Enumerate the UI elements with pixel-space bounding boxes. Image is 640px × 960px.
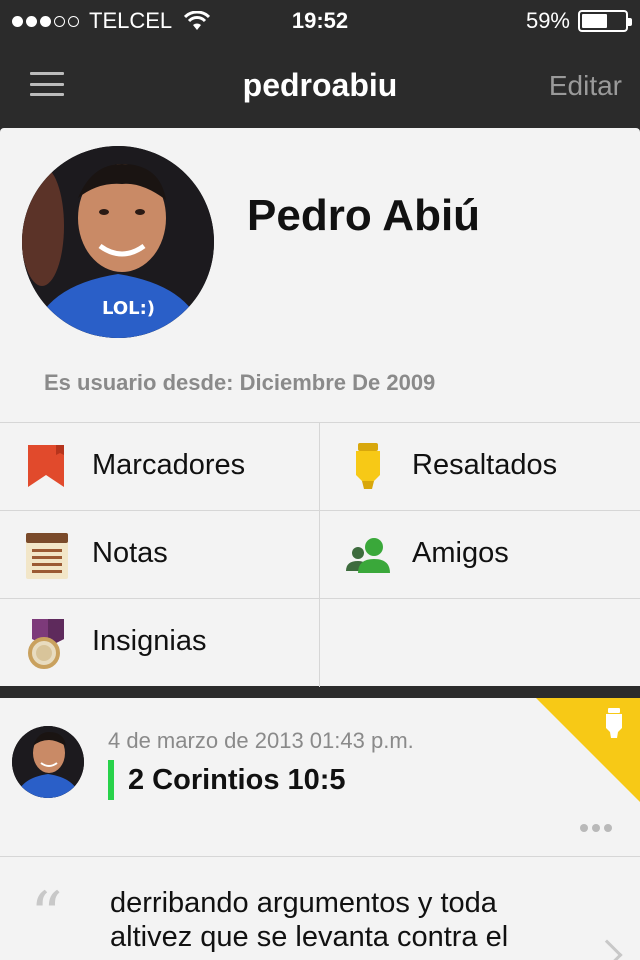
friends-icon xyxy=(346,538,390,573)
svg-text:LOL:): LOL:) xyxy=(102,298,155,319)
nav-bar: pedroabiu Editar xyxy=(0,40,640,128)
profile-card: LOL:) Pedro Abiú Es usuario desde: Dicie… xyxy=(0,128,640,687)
grid-row: Insignias xyxy=(0,599,640,687)
highlighter-icon xyxy=(606,708,622,738)
chevron-right-icon[interactable] xyxy=(591,939,623,960)
grid-item-insignias[interactable]: Insignias xyxy=(0,599,320,687)
activity-date: 4 de marzo de 2013 01:43 p.m. xyxy=(108,728,414,753)
edit-button[interactable]: Editar xyxy=(549,70,622,102)
avatar[interactable]: LOL:) xyxy=(22,146,214,338)
grid-item-marcadores[interactable]: Marcadores xyxy=(0,423,320,511)
reference-accent-bar xyxy=(108,760,114,800)
member-since-text: Es usuario desde: Diciembre De 2009 xyxy=(44,370,436,395)
grid-item-label: Resaltados xyxy=(412,449,558,481)
verse-text: derribando argumentos y toda altivez que… xyxy=(110,887,509,953)
battery-area: 59% xyxy=(525,8,632,34)
verse-reference[interactable]: 2 Corintios 10:5 xyxy=(128,764,346,797)
profile-name: Pedro Abiú xyxy=(247,191,481,240)
grid-item-label: Notas xyxy=(92,537,168,569)
activity-card[interactable]: 4 de marzo de 2013 01:43 p.m. 2 Corintio… xyxy=(0,698,640,960)
battery-fill xyxy=(582,14,607,28)
avatar-image: LOL:) xyxy=(22,146,214,338)
grid-item-label: Insignias xyxy=(92,625,207,657)
highlight-corner-badge xyxy=(536,698,640,802)
medal-icon xyxy=(28,619,64,669)
grid-item-amigos[interactable]: Amigos xyxy=(320,511,640,599)
grid-item-label: Amigos xyxy=(412,537,509,569)
battery-percent: 59% xyxy=(525,8,570,33)
more-options-icon[interactable] xyxy=(580,824,612,832)
highlighter-icon xyxy=(356,443,380,489)
status-bar: TELCEL 19:52 59% xyxy=(0,0,640,40)
grid-item-label: Marcadores xyxy=(92,449,246,481)
grid-item-notas[interactable]: Notas xyxy=(0,511,320,599)
bookmark-icon xyxy=(28,445,64,487)
divider xyxy=(0,856,640,857)
profile-menu-grid: Marcadores Resaltados Notas Amigos Insig… xyxy=(0,422,640,687)
avatar-image xyxy=(12,726,84,798)
nav-title: pedroabiu xyxy=(242,67,398,103)
quote-icon: “ xyxy=(30,879,63,953)
grid-row: Notas Amigos xyxy=(0,511,640,599)
battery-icon xyxy=(578,10,632,32)
activity-avatar[interactable] xyxy=(12,726,84,798)
battery-tip xyxy=(628,18,632,26)
grid-item-resaltados[interactable]: Resaltados xyxy=(320,423,640,511)
grid-item-empty xyxy=(320,599,640,687)
grid-row: Marcadores Resaltados xyxy=(0,423,640,511)
notepad-icon xyxy=(26,533,68,579)
